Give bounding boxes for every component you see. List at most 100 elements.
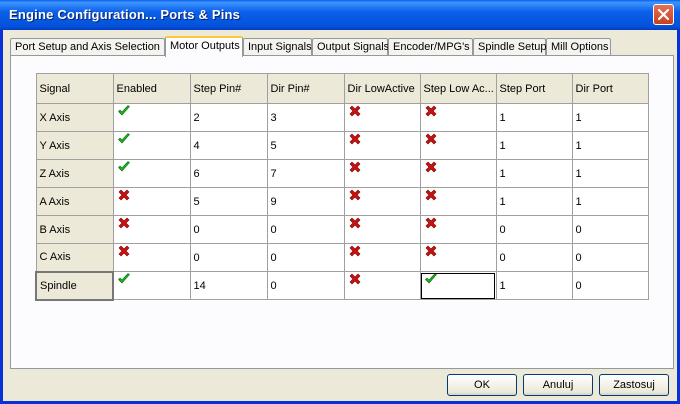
row-header[interactable]: Y Axis [35,131,114,160]
column-header[interactable]: Step Low Ac... [419,73,497,104]
toggle-cell-enabled[interactable] [112,215,191,244]
value-cell-dir-port[interactable]: 0 [571,271,649,300]
cross-icon [118,189,129,200]
toggle-cell-step-low[interactable] [419,103,497,132]
tab-encoder-mpg[interactable]: Encoder/MPG's [388,38,473,56]
table-row: A Axis 5 9 1 1 [35,187,649,216]
apply-button[interactable]: Zastosuj [599,374,669,396]
row-header[interactable]: A Axis [35,187,114,216]
toggle-cell-dir-low[interactable] [343,215,421,244]
value-cell-step-port[interactable]: 0 [495,243,573,272]
tab-output-signals[interactable]: Output Signals [312,38,389,56]
value-cell-dir-pin[interactable]: 0 [266,271,345,300]
cross-icon [349,273,360,284]
column-header[interactable]: Dir Port [571,73,649,104]
toggle-cell-dir-low[interactable] [343,187,421,216]
tab-input-signals[interactable]: Input Signals [243,38,312,56]
toggle-cell-enabled[interactable] [112,271,191,300]
toggle-cell-step-low[interactable] [419,159,497,188]
cross-icon [349,105,360,116]
tab-port-setup[interactable]: Port Setup and Axis Selection [10,38,165,56]
column-header[interactable]: Step Pin# [189,73,268,104]
check-icon [117,132,130,143]
row-header[interactable]: Spindle [35,270,114,301]
cross-icon [425,161,436,172]
check-icon [424,272,437,283]
value-cell-dir-port[interactable]: 1 [571,159,649,188]
cross-icon [425,105,436,116]
close-icon [658,9,669,20]
value-cell-dir-pin[interactable]: 0 [266,215,345,244]
toggle-cell-step-low[interactable] [419,271,497,300]
toggle-cell-dir-low[interactable] [343,103,421,132]
value-cell-step-port[interactable]: 1 [495,131,573,160]
dialog-window: Engine Configuration... Ports & Pins Por… [0,0,680,404]
value-cell-step-port[interactable]: 1 [495,159,573,188]
toggle-cell-enabled[interactable] [112,243,191,272]
column-header[interactable]: Dir Pin# [266,73,345,104]
check-icon [117,160,130,171]
cancel-button[interactable]: Anuluj [523,374,593,396]
value-cell-step-port[interactable]: 0 [495,215,573,244]
column-header[interactable]: Dir LowActive [343,73,421,104]
table-row: Z Axis 6 7 1 1 [35,159,649,188]
table-row: X Axis 2 3 1 1 [35,103,649,132]
cross-icon [425,217,436,228]
toggle-cell-step-low[interactable] [419,215,497,244]
toggle-cell-step-low[interactable] [419,187,497,216]
table-row: Y Axis 4 5 1 1 [35,131,649,160]
value-cell-dir-pin[interactable]: 9 [266,187,345,216]
close-button[interactable] [653,4,674,25]
tab-spindle-setup[interactable]: Spindle Setup [473,38,547,56]
value-cell-dir-port[interactable]: 1 [571,187,649,216]
value-cell-dir-port[interactable]: 0 [571,243,649,272]
value-cell-dir-pin[interactable]: 5 [266,131,345,160]
tab-mill-options[interactable]: Mill Options [546,38,611,56]
value-cell-step-pin[interactable]: 14 [189,271,268,300]
row-header[interactable]: X Axis [35,103,114,132]
value-cell-dir-pin[interactable]: 7 [266,159,345,188]
cross-icon [118,217,129,228]
value-cell-step-pin[interactable]: 4 [189,131,268,160]
toggle-cell-step-low[interactable] [419,131,497,160]
value-cell-dir-port[interactable]: 0 [571,215,649,244]
value-cell-step-pin[interactable]: 0 [189,215,268,244]
tab-motor-outputs[interactable]: Motor Outputs [165,36,243,57]
toggle-cell-dir-low[interactable] [343,131,421,160]
value-cell-dir-pin[interactable]: 0 [266,243,345,272]
toggle-cell-dir-low[interactable] [343,243,421,272]
title-bar[interactable]: Engine Configuration... Ports & Pins [0,0,680,30]
column-header[interactable]: Step Port [495,73,573,104]
motor-outputs-grid: Signal Enabled Step Pin# Dir Pin# Dir LowAct… [35,73,649,301]
value-cell-step-pin[interactable]: 0 [189,243,268,272]
row-header[interactable]: Z Axis [35,159,114,188]
value-cell-dir-port[interactable]: 1 [571,131,649,160]
toggle-cell-enabled[interactable] [112,159,191,188]
value-cell-step-port[interactable]: 1 [495,187,573,216]
value-cell-step-pin[interactable]: 2 [189,103,268,132]
ok-button[interactable]: OK [447,374,517,396]
value-cell-step-pin[interactable]: 6 [189,159,268,188]
table-row: B Axis 0 0 0 0 [35,215,649,244]
value-cell-step-pin[interactable]: 5 [189,187,268,216]
check-icon [117,104,130,115]
toggle-cell-dir-low[interactable] [343,271,421,300]
toggle-cell-enabled[interactable] [112,131,191,160]
cross-icon [349,161,360,172]
value-cell-dir-port[interactable]: 1 [571,103,649,132]
cross-icon [425,245,436,256]
toggle-cell-dir-low[interactable] [343,159,421,188]
cross-icon [349,189,360,200]
toggle-cell-enabled[interactable] [112,103,191,132]
column-header[interactable]: Enabled [112,73,191,104]
row-header[interactable]: C Axis [35,243,114,272]
table-row: Spindle 14 0 1 0 [35,270,649,301]
row-header[interactable]: B Axis [35,215,114,244]
value-cell-step-port[interactable]: 1 [495,103,573,132]
value-cell-dir-pin[interactable]: 3 [266,103,345,132]
check-icon [118,272,130,283]
value-cell-step-port[interactable]: 1 [495,271,573,300]
toggle-cell-enabled[interactable] [112,187,191,216]
column-header[interactable]: Signal [35,73,114,104]
toggle-cell-step-low[interactable] [419,243,497,272]
